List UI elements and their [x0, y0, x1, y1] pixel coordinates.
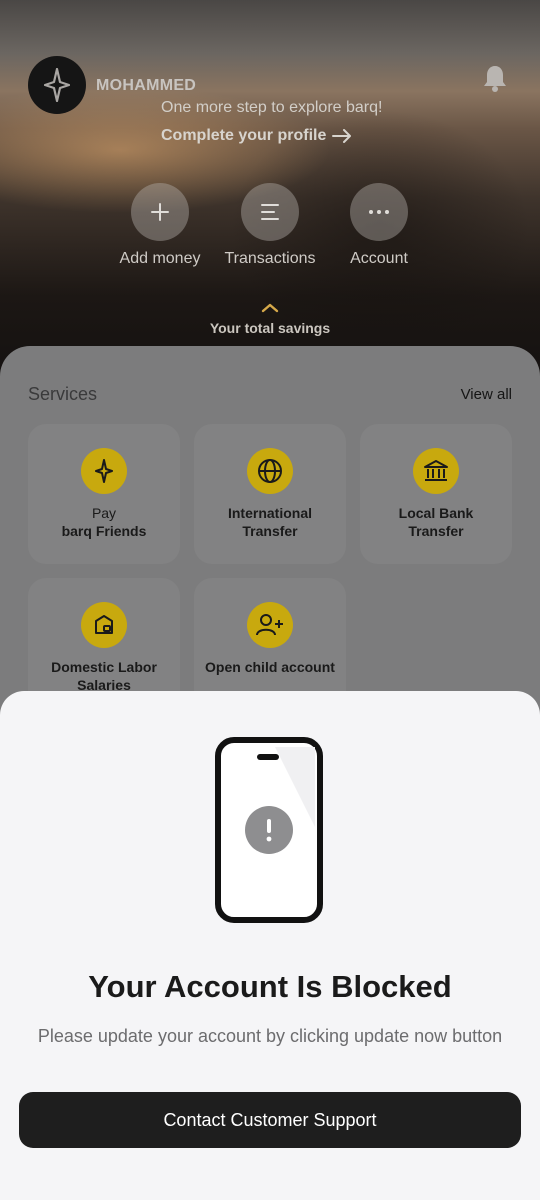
- service-label-line2: barq Friends: [61, 523, 147, 539]
- total-savings-label[interactable]: Your total savings: [0, 320, 540, 336]
- wallet-icon: [81, 602, 127, 648]
- more-icon: [350, 183, 408, 241]
- arrow-right-icon: [332, 129, 352, 143]
- chevron-up-icon[interactable]: [261, 303, 279, 313]
- list-icon: [241, 183, 299, 241]
- service-label-line1: Domestic Labor: [51, 659, 157, 675]
- add-money-button[interactable]: Add money: [110, 183, 210, 268]
- globe-icon: [247, 448, 293, 494]
- service-international-transfer[interactable]: International Transfer: [194, 424, 346, 564]
- user-name: MOHAMMED: [96, 77, 197, 94]
- account-blocked-sheet: Your Account Is Blocked Please update yo…: [0, 691, 540, 1200]
- service-local-bank-transfer[interactable]: Local Bank Transfer: [360, 424, 512, 564]
- view-all-link[interactable]: View all: [461, 386, 512, 403]
- contact-support-button[interactable]: Contact Customer Support: [19, 1092, 521, 1148]
- complete-profile-link[interactable]: Complete your profile: [161, 127, 352, 145]
- avatar[interactable]: [28, 56, 86, 114]
- service-label-line1: International: [227, 505, 312, 521]
- services-title: Services: [28, 384, 98, 404]
- transactions-label: Transactions: [224, 250, 316, 267]
- add-money-label: Add money: [119, 250, 201, 267]
- account-button[interactable]: Account: [329, 183, 429, 268]
- complete-profile-label: Complete your profile: [161, 127, 327, 144]
- hero-header: MOHAMMED One more step to explore barq! …: [0, 0, 540, 380]
- phone-warning-icon: [215, 737, 323, 923]
- service-label-line2: Transfer: [408, 523, 464, 539]
- service-label-line1: Local Bank: [398, 505, 474, 521]
- notification-bell-icon[interactable]: [482, 64, 508, 92]
- transactions-button[interactable]: Transactions: [220, 183, 320, 268]
- profile-prompt: One more step to explore barq!: [161, 99, 383, 116]
- bank-icon: [413, 448, 459, 494]
- service-label-line1: Pay: [91, 505, 117, 521]
- service-pay-barq-friends[interactable]: Pay barq Friends: [28, 424, 180, 564]
- service-label-line2: Transfer: [242, 523, 298, 539]
- plus-icon: [131, 183, 189, 241]
- account-label: Account: [350, 250, 408, 267]
- add-user-icon: [247, 602, 293, 648]
- barq-icon: [81, 448, 127, 494]
- service-label-line1: Open child account: [205, 659, 335, 675]
- barq-logo-icon: [44, 68, 70, 102]
- dialog-message: Please update your account by clicking u…: [37, 1026, 503, 1046]
- dialog-title: Your Account Is Blocked: [88, 969, 452, 1004]
